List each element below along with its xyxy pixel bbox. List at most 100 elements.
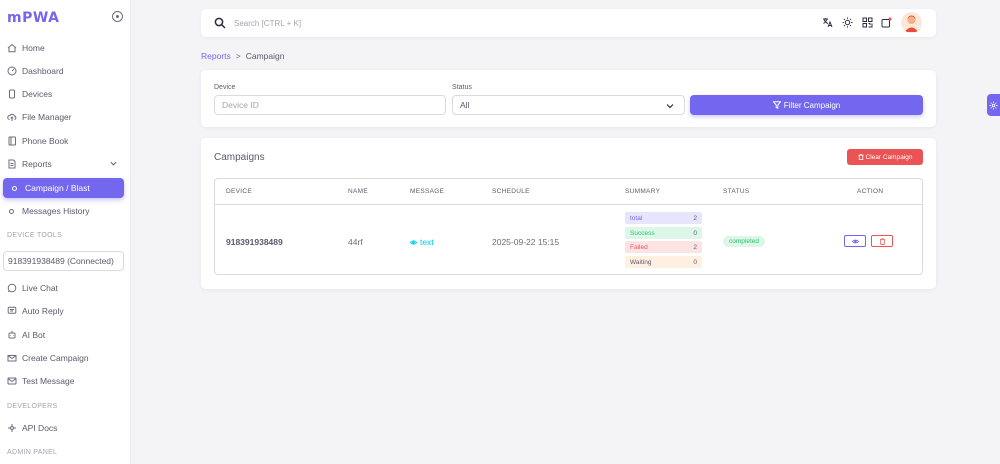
summary-success-value: 0 xyxy=(693,229,697,237)
sidebar-item-label: Auto Reply xyxy=(22,306,64,316)
sidebar-item-label: File Manager xyxy=(22,112,72,122)
summary-total-value: 2 xyxy=(693,214,697,222)
summary-total-label: total xyxy=(630,214,643,222)
summary-total: total 2 xyxy=(625,212,702,224)
eye-icon xyxy=(410,239,417,245)
sun-icon[interactable] xyxy=(842,17,853,28)
sidebar-item-reports[interactable]: Reports xyxy=(0,154,131,174)
home-icon xyxy=(7,43,17,53)
clear-campaign-button[interactable]: Clear Campaign xyxy=(847,149,923,165)
mail-icon xyxy=(7,376,17,386)
message-square-icon xyxy=(7,306,17,316)
gauge-icon xyxy=(7,66,17,76)
sidebar-item-label: API Docs xyxy=(22,423,58,433)
delete-campaign-button[interactable] xyxy=(871,235,893,247)
sidebar-item-devices[interactable]: Devices xyxy=(0,84,131,104)
phone-icon xyxy=(7,89,17,99)
sidebar-item-label: Devices xyxy=(22,89,53,99)
filter-card: Device Status All Filter Campaign xyxy=(201,70,936,127)
api-icon xyxy=(7,423,17,433)
top-navbar xyxy=(201,9,936,37)
sidebar-item-label: Create Campaign xyxy=(22,353,89,363)
sidebar-item-label: Campaign / Blast xyxy=(25,183,90,193)
sidebar-item-label: Home xyxy=(22,43,45,53)
sidebar-item-campaign-blast[interactable]: Campaign / Blast xyxy=(3,178,124,198)
sidebar-item-ai-bot[interactable]: AI Bot xyxy=(0,325,131,345)
sidebar-item-label: Reports xyxy=(22,159,52,169)
chevron-down-icon xyxy=(666,104,674,109)
translate-icon[interactable] xyxy=(822,17,833,28)
column-header-summary: SUMMARY xyxy=(625,188,661,195)
sidebar-item-create-campaign[interactable]: Create Campaign xyxy=(0,348,131,368)
sidebar-item-messages-history[interactable]: Messages History xyxy=(0,201,131,221)
column-header-name: NAME xyxy=(348,188,368,195)
campaigns-title: Campaigns xyxy=(214,152,265,163)
mail-send-icon xyxy=(7,353,17,363)
device-label: Device xyxy=(214,84,236,91)
section-label-device-tools: DEVICE TOOLS xyxy=(7,232,63,239)
robot-icon xyxy=(7,330,17,340)
sidebar-item-file-manager[interactable]: File Manager xyxy=(0,107,131,127)
sidebar-toggle-icon[interactable] xyxy=(112,11,123,22)
view-campaign-button[interactable] xyxy=(844,235,866,247)
sidebar-item-auto-reply[interactable]: Auto Reply xyxy=(0,301,131,321)
campaigns-table: DEVICE NAME MESSAGE SCHEDULE SUMMARY STA… xyxy=(214,178,923,275)
summary-waiting-value: 0 xyxy=(693,258,697,266)
breadcrumb-reports-link[interactable]: Reports xyxy=(201,51,231,61)
eye-icon xyxy=(851,239,859,243)
cloud-upload-icon xyxy=(7,112,17,122)
gear-icon xyxy=(989,101,998,109)
status-select-value: All xyxy=(460,100,470,110)
column-header-device: DEVICE xyxy=(226,188,253,195)
circle-icon xyxy=(9,208,14,214)
row-message-text: text xyxy=(420,237,434,247)
row-device: 918391938489 xyxy=(226,237,283,247)
summary-waiting: Waiting 0 xyxy=(625,256,702,268)
summary-failed-label: Failed xyxy=(630,243,648,251)
sidebar-item-dashboard[interactable]: Dashboard xyxy=(0,61,131,81)
avatar[interactable] xyxy=(901,12,922,33)
device-select[interactable]: 918391938489 (Connected) xyxy=(3,251,124,271)
sidebar-item-api-docs[interactable]: API Docs xyxy=(0,418,131,438)
filter-campaign-button[interactable]: Filter Campaign xyxy=(690,95,923,115)
column-header-action: ACTION xyxy=(857,188,884,195)
status-select[interactable]: All xyxy=(452,95,685,115)
summary-success: Success 0 xyxy=(625,227,702,239)
chevron-right-icon: > xyxy=(235,51,241,61)
trash-icon xyxy=(879,237,885,245)
qr-code-icon[interactable] xyxy=(862,17,873,28)
sidebar-item-phone-book[interactable]: Phone Book xyxy=(0,131,131,151)
search-icon[interactable] xyxy=(214,17,226,29)
table-header-row: DEVICE NAME MESSAGE SCHEDULE SUMMARY STA… xyxy=(215,179,922,205)
search-input[interactable] xyxy=(234,16,534,30)
row-message-link[interactable]: text xyxy=(410,237,434,247)
row-schedule: 2025-09-22 15:15 xyxy=(492,237,560,247)
column-header-message: MESSAGE xyxy=(410,188,445,195)
circle-icon xyxy=(12,185,17,191)
notification-icon[interactable] xyxy=(881,17,892,28)
sidebar-item-test-message[interactable]: Test Message xyxy=(0,371,131,391)
section-label-developers: DEVELOPERS xyxy=(7,403,58,410)
brand-logo[interactable]: mPWA xyxy=(7,10,60,26)
summary-waiting-label: Waiting xyxy=(630,258,652,266)
report-icon xyxy=(7,159,17,169)
summary-failed: Failed 2 xyxy=(625,241,702,253)
theme-customizer-button[interactable] xyxy=(987,94,1000,116)
status-badge: completed xyxy=(723,236,765,247)
breadcrumb: Reports > Campaign xyxy=(201,51,284,61)
online-status-dot xyxy=(917,28,922,33)
status-label: Status xyxy=(452,84,472,91)
address-book-icon xyxy=(7,136,17,146)
brand: mPWA xyxy=(7,8,127,28)
sidebar-item-home[interactable]: Home xyxy=(0,38,131,58)
sidebar-item-label: Phone Book xyxy=(22,136,69,146)
breadcrumb-current: Campaign xyxy=(245,51,285,61)
sidebar-item-live-chat[interactable]: Live Chat xyxy=(0,278,131,298)
campaigns-card: Campaigns Clear Campaign DEVICE NAME MES… xyxy=(201,138,936,289)
device-id-input[interactable] xyxy=(214,95,446,115)
sidebar: mPWA Home Dashboard Devices File Manager… xyxy=(0,0,131,464)
column-header-schedule: SCHEDULE xyxy=(492,188,530,195)
sidebar-item-label: Test Message xyxy=(22,376,75,386)
sidebar-item-label: Live Chat xyxy=(22,283,58,293)
summary-success-label: Success xyxy=(630,229,655,237)
